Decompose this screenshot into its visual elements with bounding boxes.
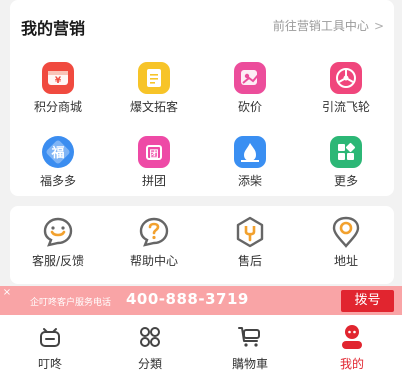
tab-label: 我的 bbox=[339, 357, 364, 371]
dingdong-icon bbox=[39, 323, 61, 351]
marketing-item-label: 拼团 bbox=[141, 174, 166, 188]
service-item-label: 地址 bbox=[333, 254, 358, 268]
help-center-icon bbox=[138, 216, 170, 248]
marketing-item-article[interactable]: 爆文拓客 bbox=[106, 62, 202, 115]
dial-button[interactable]: 拨号 bbox=[341, 290, 394, 312]
service-item-address[interactable]: 地址 bbox=[298, 216, 394, 269]
service-card: 客服/反馈 帮助中心 售后 地址 bbox=[10, 206, 394, 284]
tool-center-link-label: 前往营销工具中心 bbox=[272, 19, 369, 33]
marketing-item-bargain[interactable]: 砍价 bbox=[202, 62, 298, 115]
svg-text:福: 福 bbox=[50, 145, 64, 161]
marketing-item-add-fire[interactable]: 添柴 bbox=[202, 136, 298, 189]
profile-icon bbox=[340, 323, 364, 351]
bargain-icon bbox=[234, 62, 266, 94]
phone-hotline-banner: × 企叮咚客户服务电话 400-888-3719 拨号 bbox=[0, 286, 402, 315]
service-item-label: 帮助中心 bbox=[129, 254, 178, 268]
flywheel-icon bbox=[330, 62, 362, 94]
more-icon bbox=[330, 136, 362, 168]
tab-category[interactable]: 分類 bbox=[100, 315, 200, 379]
marketing-item-label: 砍价 bbox=[237, 100, 262, 114]
service-item-label: 售后 bbox=[237, 254, 262, 268]
marketing-item-label: 积分商城 bbox=[33, 100, 82, 114]
marketing-card: 我的营销 前往营销工具中心 > ¥ 积分商城 爆文拓客 砍价 引流飞轮 福 福多… bbox=[10, 0, 394, 196]
address-icon bbox=[330, 216, 362, 248]
category-icon bbox=[139, 323, 161, 351]
marketing-item-label: 添柴 bbox=[237, 174, 262, 188]
svg-text:团: 团 bbox=[149, 149, 158, 160]
service-item-help-center[interactable]: 帮助中心 bbox=[106, 216, 202, 269]
marketing-item-points-mall[interactable]: ¥ 积分商城 bbox=[10, 62, 106, 115]
service-item-label: 客服/反馈 bbox=[31, 254, 85, 268]
close-icon[interactable]: × bbox=[1, 287, 13, 299]
marketing-tool-center-link[interactable]: 前往营销工具中心 > bbox=[273, 17, 384, 34]
points-mall-icon: ¥ bbox=[42, 62, 74, 94]
add-fire-icon bbox=[234, 136, 266, 168]
fu-icon: 福 bbox=[42, 136, 74, 168]
marketing-header: 我的营销 前往营销工具中心 > bbox=[10, 0, 394, 48]
bottom-tab-bar: 叮咚 分類 購物車 我的 bbox=[0, 315, 402, 379]
service-item-after-sales[interactable]: 售后 bbox=[202, 216, 298, 269]
after-sales-icon bbox=[234, 216, 266, 248]
marketing-item-label: 爆文拓客 bbox=[129, 100, 178, 114]
svg-text:¥: ¥ bbox=[55, 76, 62, 86]
section-title: 我的营销 bbox=[21, 19, 86, 38]
group-buy-icon: 团 bbox=[138, 136, 170, 168]
marketing-item-label: 福多多 bbox=[39, 174, 76, 188]
tab-cart[interactable]: 購物車 bbox=[200, 315, 300, 379]
service-item-customer-service[interactable]: 客服/反馈 bbox=[10, 216, 106, 269]
marketing-item-label: 更多 bbox=[333, 174, 358, 188]
cart-icon bbox=[238, 323, 262, 351]
marketing-item-fu[interactable]: 福 福多多 bbox=[10, 136, 106, 189]
tab-label: 叮咚 bbox=[37, 357, 62, 371]
chevron-right-icon: > bbox=[373, 18, 384, 33]
marketing-item-group-buy[interactable]: 团 拼团 bbox=[106, 136, 202, 189]
tab-dingdong[interactable]: 叮咚 bbox=[0, 315, 100, 379]
customer-service-icon bbox=[42, 216, 74, 248]
tab-profile[interactable]: 我的 bbox=[302, 315, 402, 379]
article-icon bbox=[138, 62, 170, 94]
hotline-number: 400-888-3719 bbox=[126, 290, 249, 308]
marketing-item-more[interactable]: 更多 bbox=[298, 136, 394, 189]
marketing-item-flywheel[interactable]: 引流飞轮 bbox=[298, 62, 394, 115]
tab-label: 分類 bbox=[137, 357, 162, 371]
marketing-item-label: 引流飞轮 bbox=[321, 100, 370, 114]
tab-label: 購物車 bbox=[231, 357, 268, 371]
hotline-label: 企叮咚客户服务电话 bbox=[30, 298, 112, 308]
